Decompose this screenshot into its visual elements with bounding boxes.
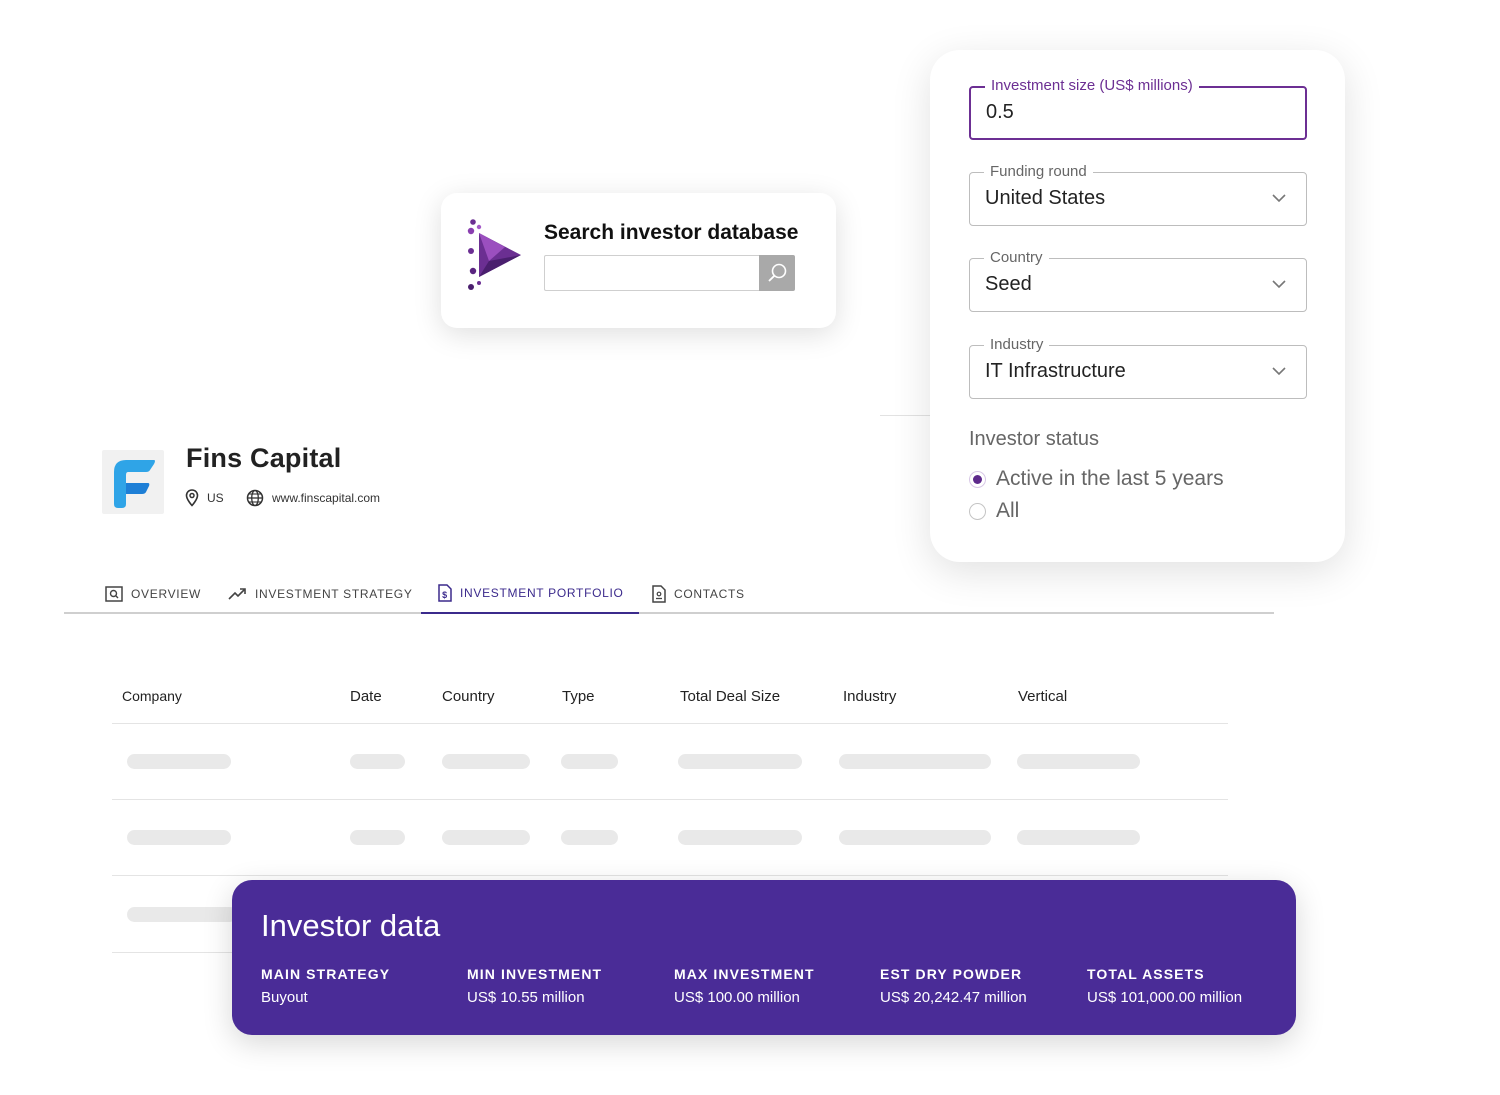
investor-status-label: Investor status [969,428,1100,450]
stat-main-strategy: MAIN STRATEGY Buyout [261,966,390,1006]
investor-data-title: Investor data [261,908,441,943]
company-name: Fins Capital [186,443,342,473]
investment-size-value[interactable]: 0.5 [986,101,1014,124]
stat-label: MAIN STRATEGY [261,966,391,982]
stat-max-investment: MAX INVESTMENT US$ 100.00 million [674,966,815,1006]
search-button[interactable] [759,255,795,291]
trend-up-icon [228,588,246,600]
funding-round-select[interactable]: Funding round United States [969,163,1307,226]
stat-label: TOTAL ASSETS [1087,966,1205,982]
industry-select[interactable]: Industry IT Infrastructure [969,336,1307,399]
chevron-down-icon[interactable] [1272,280,1286,289]
website-link[interactable]: www.finscapital.com [272,491,380,505]
tab-investment-strategy[interactable]: INVESTMENT STRATEGY [228,574,413,614]
skeleton-cell [839,830,991,845]
country-select[interactable]: Country Seed [969,249,1307,312]
skeleton-cell [678,830,802,845]
stat-label: MIN INVESTMENT [467,966,603,982]
table-divider [112,952,232,953]
table-divider [112,723,1228,724]
search-input[interactable] [544,255,760,291]
location-pin-icon [185,489,199,507]
skeleton-cell [678,754,802,769]
overview-search-icon [105,586,123,602]
column-header-country: Country [442,688,495,705]
skeleton-cell [127,754,231,769]
radio-all[interactable]: All [969,499,1019,523]
tab-label: INVESTMENT PORTFOLIO [460,586,624,600]
column-header-type: Type [562,688,595,705]
stat-total-assets: TOTAL ASSETS US$ 101,000.00 million [1087,966,1242,1006]
company-location: US [185,489,224,507]
skeleton-cell [350,830,405,845]
stat-value: US$ 20,242.47 million [880,989,1027,1006]
company-logo [102,450,164,514]
country-label: Country [984,249,1049,266]
skeleton-cell [839,754,991,769]
stat-min-investment: MIN INVESTMENT US$ 10.55 million [467,966,602,1006]
radio-active-5-years[interactable]: Active in the last 5 years [969,467,1224,491]
tab-investment-portfolio[interactable]: $ INVESTMENT PORTFOLIO [421,574,639,614]
radio-button[interactable] [969,502,986,520]
radio-label: Active in the last 5 years [996,467,1224,490]
industry-value: IT Infrastructure [985,360,1126,382]
skeleton-cell [561,754,618,769]
chevron-down-icon[interactable] [1272,194,1286,203]
table-divider [112,875,1228,876]
skeleton-cell [442,830,530,845]
search-card: Search investor database [441,193,836,328]
chevron-down-icon[interactable] [1272,367,1286,376]
tab-label: CONTACTS [674,587,745,601]
tab-contacts[interactable]: CONTACTS [652,574,745,614]
stat-value: US$ 101,000.00 million [1087,989,1243,1006]
globe-icon [246,489,264,507]
stat-est-dry-powder: EST DRY POWDER US$ 20,242.47 million [880,966,1027,1006]
investment-size-field[interactable]: Investment size (US$ millions) 0.5 [969,77,1307,140]
radio-label: All [996,499,1020,522]
tab-overview[interactable]: OVERVIEW [105,574,201,614]
skeleton-cell [127,907,237,922]
svg-text:$: $ [442,590,448,600]
funding-round-value: United States [985,187,1106,209]
search-icon [768,263,787,282]
skeleton-cell [127,830,231,845]
divider [880,415,930,416]
column-header-industry: Industry [843,688,897,705]
company-website[interactable]: www.finscapital.com [246,489,380,507]
stat-value: Buyout [261,989,308,1006]
column-header-vertical: Vertical [1018,688,1068,705]
funding-round-label: Funding round [984,163,1093,180]
column-header-total-deal-size: Total Deal Size [680,688,781,705]
stat-value: US$ 10.55 million [467,989,585,1006]
stat-label: EST DRY POWDER [880,966,1023,982]
skeleton-cell [1017,754,1140,769]
industry-label: Industry [984,336,1050,353]
brand-play-icon [467,219,521,290]
skeleton-cell [350,754,405,769]
search-title: Search investor database [544,221,799,244]
location-text: US [207,491,224,505]
filter-card: Investment size (US$ millions) 0.5 Fundi… [930,50,1345,562]
tab-label: OVERVIEW [131,587,202,601]
skeleton-cell [1017,830,1140,845]
skeleton-cell [561,830,618,845]
skeleton-cell [442,754,530,769]
investment-size-label: Investment size (US$ millions) [985,77,1199,94]
fins-logo-icon [114,460,155,508]
contact-document-icon [652,585,666,603]
stat-label: MAX INVESTMENT [674,966,815,982]
country-value: Seed [985,273,1032,295]
tab-label: INVESTMENT STRATEGY [255,587,413,601]
column-header-date: Date [350,688,382,705]
table-divider [112,799,1228,800]
column-header-company: Company [122,688,182,704]
document-dollar-icon: $ [438,584,452,602]
stat-value: US$ 100.00 million [674,989,800,1006]
radio-button-selected[interactable] [969,470,986,488]
investor-data-panel: Investor data MAIN STRATEGY Buyout MIN I… [232,880,1296,1035]
profile-tabs: OVERVIEW INVESTMENT STRATEGY $ INVESTMEN… [64,574,1274,614]
